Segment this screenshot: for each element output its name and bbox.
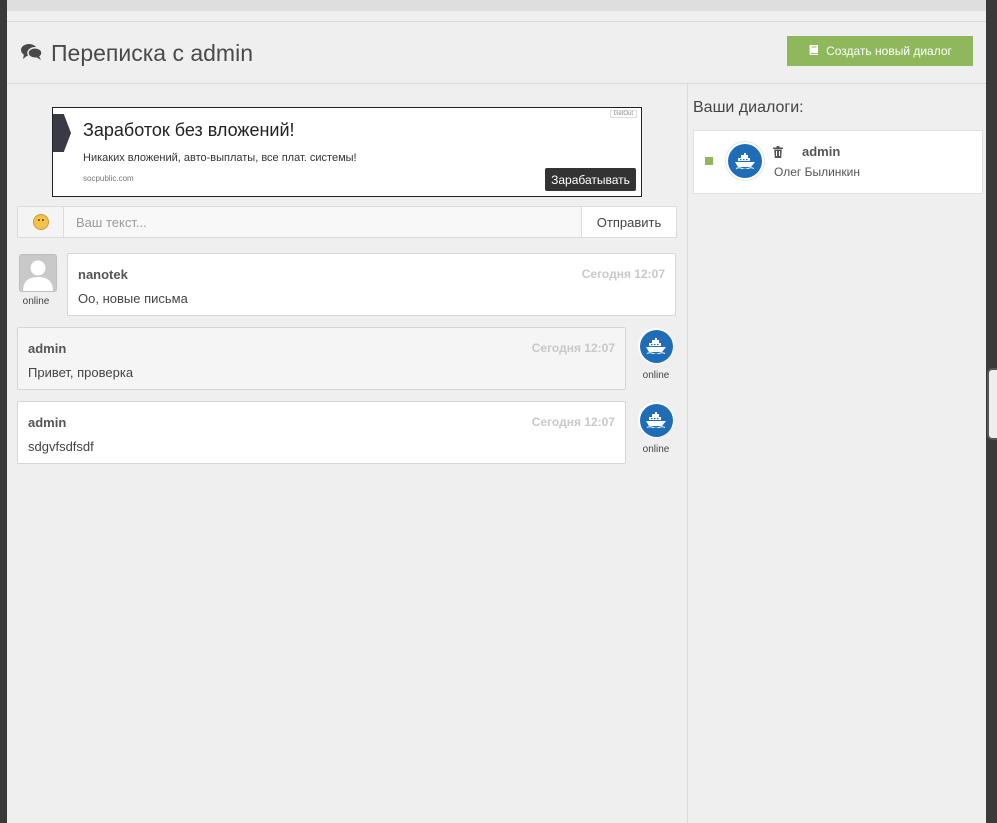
message-bubble: nanotek Сегодня 12:07 Оо, новые письма (67, 253, 676, 316)
ad-cta-button[interactable]: Зарабатывать (545, 168, 636, 191)
message-time: Сегодня 12:07 (531, 415, 615, 429)
dialogs-title: Ваши диалоги: (693, 99, 804, 116)
message-author: admin (28, 341, 67, 356)
ad-badge: GetOut (609, 110, 637, 118)
left-edge (0, 0, 7, 823)
message-item: online nanotek Сегодня 12:07 Оо, новые п… (7, 253, 687, 319)
user-status: online (642, 370, 670, 381)
side-handle[interactable] (987, 368, 997, 440)
user-avatar (638, 402, 674, 438)
page: Переписка с admin Создать новый диалог G… (7, 11, 986, 823)
message-text: sdgvfsdfsdf (28, 439, 94, 454)
send-button[interactable]: Отправить (581, 207, 676, 237)
ship-icon (646, 412, 666, 428)
emoji-button[interactable] (18, 207, 64, 237)
ad-title: Заработок без вложений! (83, 120, 295, 140)
message-input[interactable] (64, 207, 581, 237)
page-title: Переписка с admin (21, 40, 253, 67)
book-icon (808, 44, 820, 59)
dialog-username: admin (802, 144, 841, 159)
message-author: nanotek (78, 267, 128, 282)
create-dialog-button[interactable]: Создать новый диалог (787, 36, 973, 66)
dialog-avatar (725, 141, 765, 181)
message-text: Оо, новые письма (78, 291, 188, 306)
ship-icon (735, 153, 755, 169)
ad-arrow-icon (53, 114, 71, 152)
online-indicator (705, 157, 713, 165)
ad-banner[interactable]: GetOut Заработок без вложений! Никаких в… (52, 107, 642, 197)
message-bubble: admin Сегодня 12:07 sdgvfsdfsdf (17, 401, 626, 464)
trash-icon[interactable] (773, 145, 783, 163)
user-avatar (638, 328, 674, 364)
smiley-icon (32, 214, 49, 230)
chat-area: GetOut Заработок без вложений! Никаких в… (7, 83, 688, 823)
ad-domain: socpublic.com (83, 174, 134, 183)
message-author: admin (28, 415, 67, 430)
message-item: admin Сегодня 12:07 Привет, проверка onl… (7, 327, 687, 393)
page-title-text: Переписка с admin (51, 40, 253, 66)
dialogs-sidebar: Ваши диалоги: admin Олег Былинкин (688, 83, 986, 823)
default-user-icon (23, 260, 53, 291)
message-time: Сегодня 12:07 (581, 267, 665, 281)
top-bar (7, 0, 986, 11)
ad-text: Никаких вложений, авто-выплаты, все плат… (83, 152, 357, 164)
message-bubble: admin Сегодня 12:07 Привет, проверка (17, 327, 626, 390)
message-item: admin Сегодня 12:07 sdgvfsdfsdf online (7, 401, 687, 467)
comments-icon (21, 40, 43, 67)
user-status: online (22, 296, 50, 307)
ship-icon (646, 338, 666, 354)
message-composer: Отправить (17, 206, 677, 238)
page-header: Переписка с admin Создать новый диалог (7, 21, 986, 84)
create-dialog-label: Создать новый диалог (826, 44, 952, 58)
user-avatar (19, 254, 57, 292)
message-time: Сегодня 12:07 (531, 341, 615, 355)
user-status: online (642, 444, 670, 455)
dialog-item[interactable]: admin Олег Былинкин (693, 130, 983, 194)
message-text: Привет, проверка (28, 365, 134, 380)
dialog-fullname: Олег Былинкин (774, 165, 860, 179)
